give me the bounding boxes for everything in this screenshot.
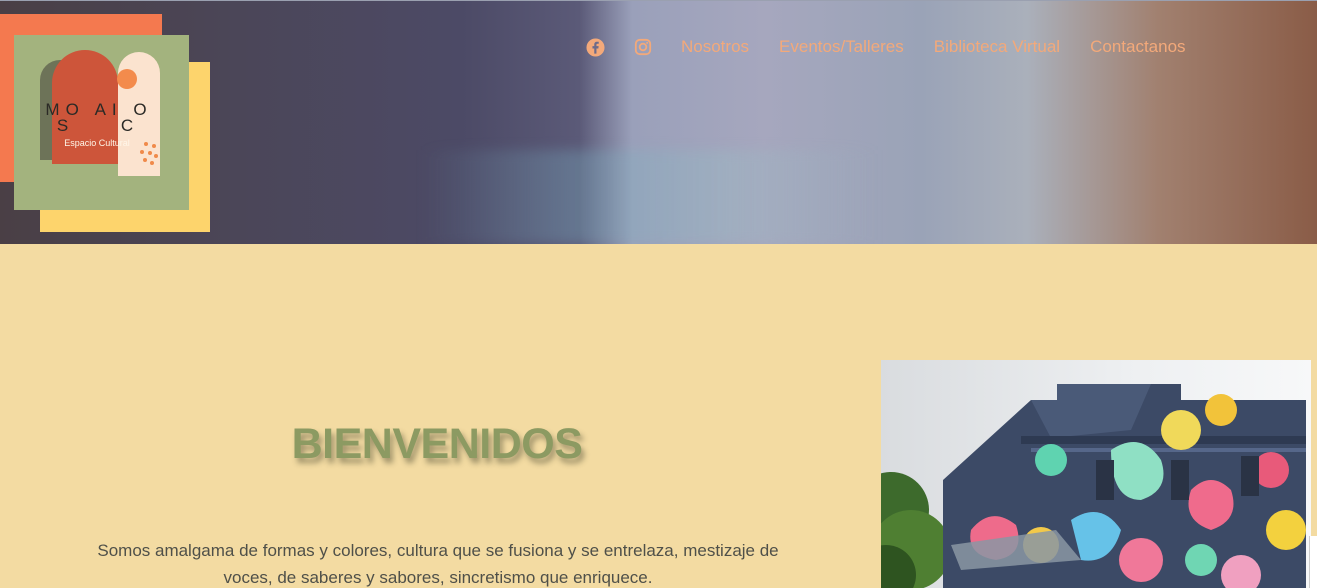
logo-wordmark-bottom: S C bbox=[56, 116, 158, 135]
page-title: BIENVENIDOS bbox=[291, 420, 583, 468]
logo-circle bbox=[117, 69, 137, 89]
nav-link-eventos-talleres[interactable]: Eventos/Talleres bbox=[779, 37, 904, 57]
scroll-edge-tab[interactable] bbox=[1309, 536, 1317, 588]
intro-text: Somos amalgama de formas y colores, cult… bbox=[20, 537, 856, 588]
site-logo[interactable]: MO AI O S C Espacio Cultural bbox=[0, 14, 212, 232]
nav-link-biblioteca-virtual[interactable]: Biblioteca Virtual bbox=[934, 37, 1060, 57]
facebook-icon[interactable] bbox=[585, 37, 605, 57]
logo-subtitle: Espacio Cultural bbox=[64, 138, 130, 148]
nav-link-nosotros[interactable]: Nosotros bbox=[681, 37, 749, 57]
intro-line: voces, de saberes y sabores, sincretismo… bbox=[223, 568, 653, 587]
hero-top-edge bbox=[0, 0, 1317, 1]
main-nav: Nosotros Eventos/Talleres Biblioteca Vir… bbox=[585, 34, 1186, 60]
instagram-icon[interactable] bbox=[633, 37, 653, 57]
nav-link-contactanos[interactable]: Contactanos bbox=[1090, 37, 1185, 57]
mural-building-photo bbox=[881, 360, 1311, 588]
intro-line: Somos amalgama de formas y colores, cult… bbox=[97, 541, 779, 560]
